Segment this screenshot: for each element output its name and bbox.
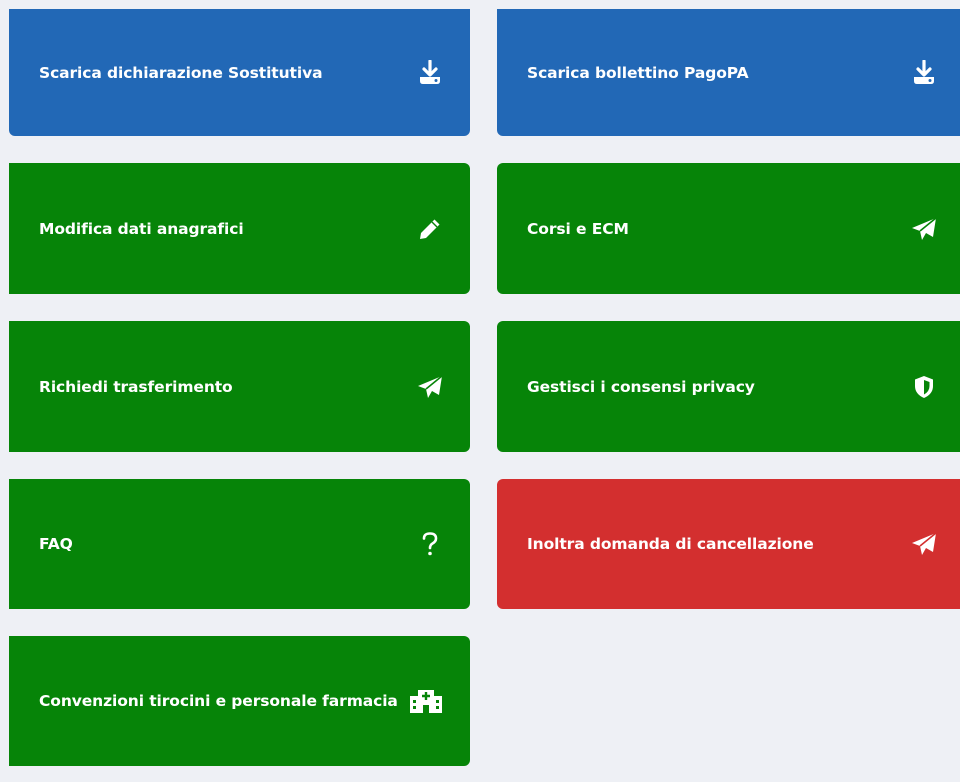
paper-plane-icon <box>910 215 938 243</box>
tile-richiedi-trasferimento[interactable]: Richiedi trasferimento <box>9 321 470 452</box>
shield-icon <box>910 373 938 401</box>
tile-label: Convenzioni tirocini e personale farmaci… <box>39 692 398 710</box>
tile-label: FAQ <box>39 535 73 553</box>
tile-label: Corsi e ECM <box>527 219 629 238</box>
tile-label: Scarica bollettino PagoPA <box>527 63 749 82</box>
tile-faq[interactable]: FAQ <box>9 479 470 609</box>
tile-modifica-dati-anagrafici[interactable]: Modifica dati anagrafici <box>9 163 470 294</box>
tile-convenzioni-tirocini-farmacia[interactable]: Convenzioni tirocini e personale farmaci… <box>9 636 470 766</box>
tile-label: Inoltra domanda di cancellazione <box>527 535 814 553</box>
tile-scarica-dichiarazione-sostitutiva[interactable]: Scarica dichiarazione Sostitutiva <box>9 9 470 136</box>
tile-label: Richiedi trasferimento <box>39 377 233 396</box>
pencil-icon <box>416 215 444 243</box>
download-icon <box>910 59 938 87</box>
tile-label: Modifica dati anagrafici <box>39 219 244 238</box>
paper-plane-icon <box>910 530 938 558</box>
services-grid: Scarica dichiarazione Sostitutiva Scaric… <box>0 0 960 782</box>
tile-label: Gestisci i consensi privacy <box>527 377 755 396</box>
hospital-icon <box>408 687 444 715</box>
download-icon <box>416 59 444 87</box>
tile-gestisci-consensi-privacy[interactable]: Gestisci i consensi privacy <box>497 321 960 452</box>
paper-plane-icon <box>416 373 444 401</box>
question-icon <box>416 530 444 558</box>
tile-scarica-bollettino-pagopa[interactable]: Scarica bollettino PagoPA <box>497 9 960 136</box>
tile-inoltra-domanda-cancellazione[interactable]: Inoltra domanda di cancellazione <box>497 479 960 609</box>
tile-label: Scarica dichiarazione Sostitutiva <box>39 63 323 82</box>
tile-corsi-e-ecm[interactable]: Corsi e ECM <box>497 163 960 294</box>
